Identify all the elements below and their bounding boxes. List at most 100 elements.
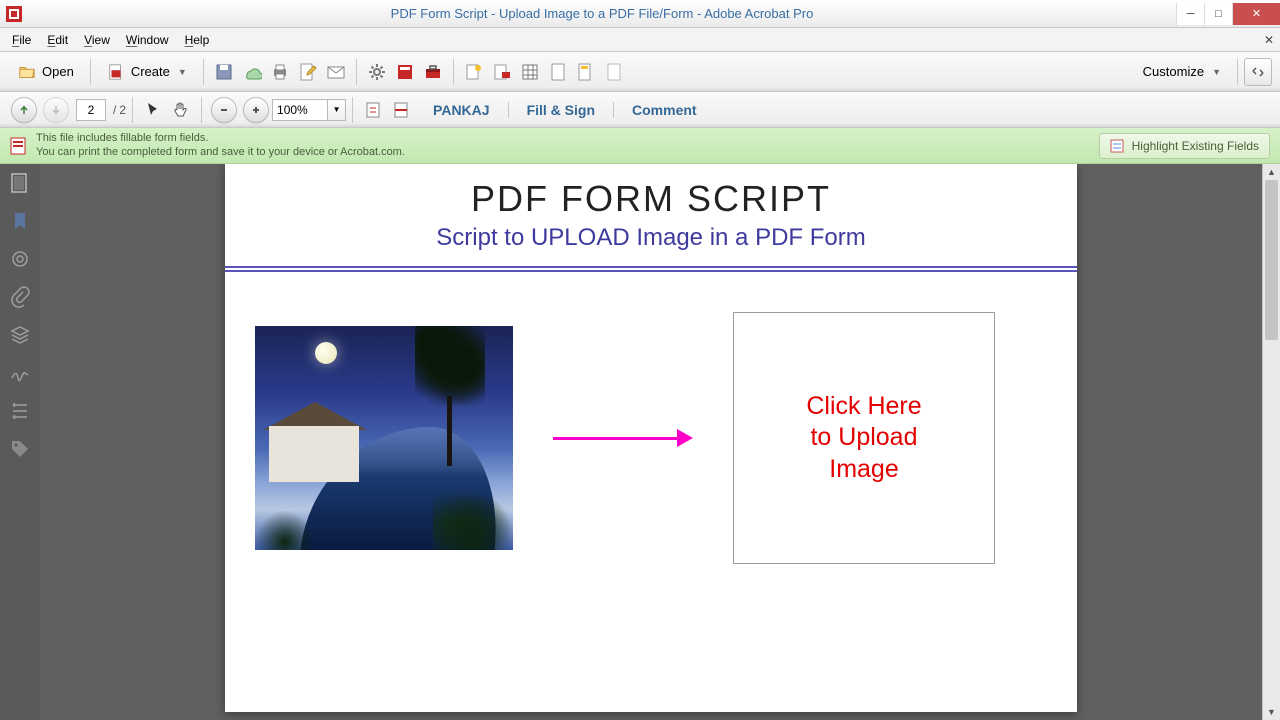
window-title: PDF Form Script - Upload Image to a PDF … <box>28 6 1176 21</box>
app-icon <box>6 6 22 22</box>
edit-doc-icon[interactable] <box>294 58 322 86</box>
menu-bar: File Edit View Window Help ✕ <box>0 28 1280 52</box>
order-icon[interactable] <box>9 400 31 422</box>
separator <box>1237 59 1238 85</box>
navigation-panel <box>0 164 40 720</box>
page-separator: / <box>113 103 116 117</box>
doc-subtitle: Script to UPLOAD Image in a PDF Form <box>225 224 1077 252</box>
thumbnails-icon[interactable] <box>9 172 31 194</box>
minimize-button[interactable]: ─ <box>1176 3 1204 25</box>
caret-down-icon: ▼ <box>1212 67 1221 77</box>
notif-line1: This file includes fillable form fields. <box>36 132 1099 145</box>
next-page-button[interactable] <box>43 97 69 123</box>
create-pdf-icon <box>107 63 125 81</box>
blank-page-icon[interactable] <box>600 58 628 86</box>
customize-button[interactable]: Customize ▼ <box>1133 58 1231 85</box>
separator <box>201 97 202 123</box>
target-icon[interactable] <box>9 248 31 270</box>
toolbox-icon[interactable] <box>419 58 447 86</box>
comment-button[interactable]: Comment <box>613 102 715 118</box>
notif-line2: You can print the completed form and sav… <box>36 146 1099 159</box>
separator <box>352 97 353 123</box>
menubar-close-icon[interactable]: ✕ <box>1264 33 1274 47</box>
menu-help[interactable]: Help <box>177 30 218 50</box>
scroll-up-icon[interactable]: ▲ <box>1263 164 1280 180</box>
signatures-icon[interactable] <box>9 362 31 384</box>
pdf-page: PDF FORM SCRIPT Script to UPLOAD Image i… <box>225 164 1077 712</box>
create-button[interactable]: Create ▼ <box>97 57 197 87</box>
window-controls: ─ □ ✕ <box>1176 3 1280 25</box>
fill-sign-button[interactable]: Fill & Sign <box>508 102 613 118</box>
layers-icon[interactable] <box>9 324 31 346</box>
open-label: Open <box>42 64 74 79</box>
main-toolbar: Open Create ▼ Customize ▼ <box>0 52 1280 92</box>
red-tool-icon[interactable] <box>391 58 419 86</box>
form-edit-icon[interactable] <box>488 58 516 86</box>
separator <box>453 59 454 85</box>
separator <box>203 59 204 85</box>
zoom-out-button[interactable] <box>211 97 237 123</box>
zoom-input[interactable] <box>272 99 328 121</box>
expand-icon <box>1251 65 1265 79</box>
right-panel-links: PANKAJ Fill & Sign Comment <box>415 102 715 118</box>
page-body: Click Here to Upload Image <box>225 272 1077 720</box>
customize-label: Customize <box>1143 64 1204 79</box>
email-icon[interactable] <box>322 58 350 86</box>
form-alert-icon <box>10 137 28 155</box>
page-number-input[interactable] <box>76 99 106 121</box>
sample-image <box>255 326 513 550</box>
zoom-in-button[interactable] <box>243 97 269 123</box>
upload-image-field[interactable]: Click Here to Upload Image <box>733 312 995 564</box>
doc-title: PDF FORM SCRIPT <box>225 178 1077 220</box>
fit-width-icon[interactable] <box>387 96 415 124</box>
highlight-fields-button[interactable]: Highlight Existing Fields <box>1099 133 1270 159</box>
folder-open-icon <box>18 63 36 81</box>
form-wizard-icon[interactable] <box>460 58 488 86</box>
upload-label-3: Image <box>806 454 921 485</box>
divider-rule <box>225 266 1077 272</box>
save-icon[interactable] <box>210 58 238 86</box>
gear-icon[interactable] <box>363 58 391 86</box>
attachments-icon[interactable] <box>9 286 31 308</box>
page-viewport[interactable]: PDF FORM SCRIPT Script to UPLOAD Image i… <box>40 164 1262 720</box>
close-button[interactable]: ✕ <box>1232 3 1280 25</box>
create-label: Create <box>131 64 170 79</box>
maximize-button[interactable]: □ <box>1204 3 1232 25</box>
separator <box>356 59 357 85</box>
total-pages: 2 <box>119 103 126 117</box>
menu-view[interactable]: View <box>76 30 118 50</box>
caret-down-icon: ▼ <box>178 67 187 77</box>
spreadsheet-icon[interactable] <box>516 58 544 86</box>
tags-icon[interactable] <box>9 438 31 460</box>
page-header: PDF FORM SCRIPT Script to UPLOAD Image i… <box>225 164 1077 256</box>
vertical-scrollbar[interactable]: ▲ ▼ <box>1262 164 1280 720</box>
bookmarks-icon[interactable] <box>9 210 31 232</box>
select-tool-icon[interactable] <box>139 96 167 124</box>
ruler-icon[interactable] <box>572 58 600 86</box>
expand-tools-button[interactable] <box>1244 58 1272 86</box>
navigation-toolbar: / 2 ▼ PANKAJ Fill & Sign Comment <box>0 92 1280 128</box>
highlight-label: Highlight Existing Fields <box>1132 139 1259 153</box>
menu-edit[interactable]: Edit <box>39 30 76 50</box>
prev-page-button[interactable] <box>11 97 37 123</box>
upload-label-2: to Upload <box>806 422 921 453</box>
user-name[interactable]: PANKAJ <box>415 102 508 118</box>
menu-file[interactable]: File <box>4 30 39 50</box>
separator <box>90 59 91 85</box>
menu-window[interactable]: Window <box>118 30 177 50</box>
title-bar: PDF Form Script - Upload Image to a PDF … <box>0 0 1280 28</box>
highlight-icon <box>1110 138 1126 154</box>
document-area: PDF FORM SCRIPT Script to UPLOAD Image i… <box>0 164 1280 720</box>
separator <box>132 97 133 123</box>
print-icon[interactable] <box>266 58 294 86</box>
upload-label-1: Click Here <box>806 391 921 422</box>
scroll-down-icon[interactable]: ▼ <box>1263 704 1280 720</box>
page-icon[interactable] <box>544 58 572 86</box>
arrow-icon <box>553 433 693 443</box>
cloud-icon[interactable] <box>238 58 266 86</box>
fit-page-icon[interactable] <box>359 96 387 124</box>
hand-tool-icon[interactable] <box>167 96 195 124</box>
scroll-thumb[interactable] <box>1265 180 1278 340</box>
zoom-dropdown[interactable]: ▼ <box>328 99 346 121</box>
open-button[interactable]: Open <box>8 57 84 87</box>
